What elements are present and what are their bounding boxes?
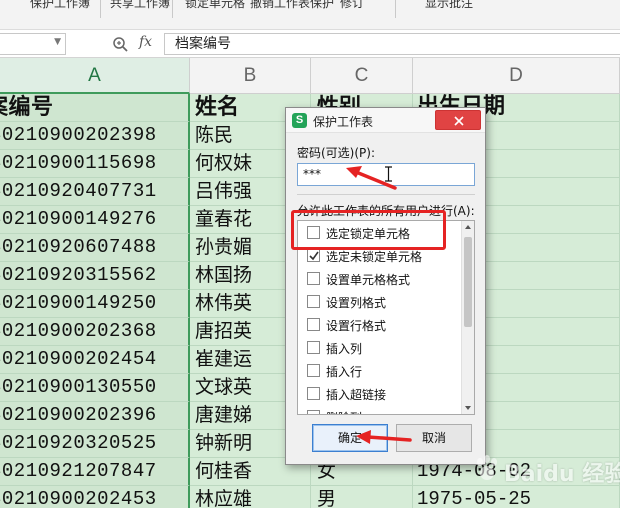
annotation-highlight-box bbox=[291, 210, 446, 250]
cell[interactable]: 30210920320525 bbox=[0, 430, 190, 458]
ribbon-toolbar: 保护工作簿 共享工作簿 锁定单元格 撤销工作表保护 修订 显示批注 bbox=[0, 0, 620, 30]
checkbox[interactable] bbox=[307, 387, 320, 400]
permission-option-label: 设置单元格格式 bbox=[326, 273, 411, 287]
cell[interactable]: 30210900202398 bbox=[0, 122, 190, 150]
formula-input[interactable]: 档案编号 bbox=[164, 33, 620, 55]
permission-option-label: 设置列格式 bbox=[326, 296, 387, 310]
cell[interactable]: 案编号 bbox=[0, 94, 190, 122]
toolbar-separator bbox=[395, 0, 396, 18]
password-label: 密码(可选)(P): bbox=[297, 146, 376, 160]
cancel-button[interactable]: 取消 bbox=[396, 424, 472, 452]
list-scrollbar[interactable] bbox=[461, 221, 474, 414]
permission-option-label: 删除列 bbox=[326, 409, 362, 414]
permission-option-label: 插入列 bbox=[326, 342, 363, 356]
baidu-paw-icon bbox=[477, 455, 497, 480]
cell[interactable]: 林应雄 bbox=[190, 486, 311, 508]
column-header-d[interactable]: D bbox=[413, 58, 620, 94]
baidu-watermark: Baidu 经验 bbox=[472, 448, 620, 488]
cell[interactable]: 30210920607488 bbox=[0, 234, 190, 262]
permission-option-label: 设置行格式 bbox=[326, 319, 387, 333]
cell[interactable]: 1975-05-25 bbox=[413, 486, 620, 508]
checkbox[interactable] bbox=[307, 272, 320, 285]
toolbar-item[interactable]: 撤销工作表保护 bbox=[250, 0, 334, 11]
fx-icon[interactable]: fx bbox=[139, 34, 152, 50]
toolbar-item[interactable]: 显示批注 bbox=[425, 0, 473, 11]
formula-bar: ▼ fx 档案编号 bbox=[0, 30, 620, 58]
cell[interactable]: 30210920407731 bbox=[0, 178, 190, 206]
column-header-c[interactable]: C bbox=[311, 58, 413, 94]
permission-option[interactable]: 插入超链接 bbox=[298, 382, 463, 405]
i-beam-cursor-icon bbox=[385, 166, 392, 182]
ok-button[interactable]: 确定 bbox=[312, 424, 388, 452]
permission-option-label: 插入行 bbox=[326, 365, 363, 379]
scrollbar-thumb[interactable] bbox=[464, 237, 472, 327]
cell[interactable]: 30210920315562 bbox=[0, 262, 190, 290]
cell[interactable]: 30210900115698 bbox=[0, 150, 190, 178]
checkbox[interactable] bbox=[307, 295, 320, 308]
toolbar-item[interactable]: 保护工作簿 bbox=[30, 0, 90, 11]
scroll-up-icon[interactable] bbox=[465, 225, 471, 229]
divider bbox=[297, 194, 475, 195]
cell[interactable]: 30210921207847 bbox=[0, 458, 190, 486]
checkbox[interactable] bbox=[307, 318, 320, 331]
column-header-b[interactable]: B bbox=[190, 58, 311, 94]
checkbox[interactable] bbox=[307, 410, 320, 414]
permission-option-label: 插入超链接 bbox=[326, 388, 387, 402]
cell[interactable]: 30210900202453 bbox=[0, 486, 190, 508]
toolbar-item[interactable]: 共享工作簿 bbox=[110, 0, 170, 11]
cell[interactable]: 男 bbox=[311, 486, 413, 508]
chevron-down-icon[interactable]: ▼ bbox=[54, 37, 61, 47]
checkbox[interactable] bbox=[307, 249, 320, 262]
toolbar-separator bbox=[100, 0, 101, 18]
dialog-title: 保护工作表 bbox=[313, 115, 374, 129]
close-button[interactable] bbox=[435, 110, 481, 130]
checkbox[interactable] bbox=[307, 364, 320, 377]
watermark-text: Baidu 经验 bbox=[504, 462, 620, 487]
cell[interactable]: 30210900149250 bbox=[0, 290, 190, 318]
permission-option[interactable]: 设置行格式 bbox=[298, 313, 463, 336]
name-box[interactable]: ▼ bbox=[0, 33, 66, 55]
dialog-titlebar: S 保护工作表 bbox=[286, 108, 485, 133]
close-icon bbox=[454, 116, 464, 126]
zoom-icon[interactable] bbox=[112, 36, 128, 52]
toolbar-item[interactable]: 锁定单元格 bbox=[185, 0, 245, 11]
cell[interactable]: 30210900202396 bbox=[0, 402, 190, 430]
permission-option-label: 选定未锁定单元格 bbox=[326, 250, 423, 264]
permission-option[interactable]: 设置列格式 bbox=[298, 290, 463, 313]
protect-sheet-dialog: S 保护工作表 密码(可选)(P): *** 允许此工作表的所有用户进行(A):… bbox=[285, 107, 486, 465]
toolbar-item[interactable]: 修订 bbox=[340, 0, 364, 11]
permission-option[interactable]: 设置单元格格式 bbox=[298, 267, 463, 290]
scroll-down-icon[interactable] bbox=[465, 406, 471, 410]
cell[interactable]: 30210900130550 bbox=[0, 374, 190, 402]
cell[interactable]: 30210900202368 bbox=[0, 318, 190, 346]
checkbox[interactable] bbox=[307, 341, 320, 354]
permission-option[interactable]: 插入列 bbox=[298, 336, 463, 359]
permission-option[interactable]: 插入行 bbox=[298, 359, 463, 382]
table-row: 30210900202453 林应雄男 1975-05-25 bbox=[0, 486, 620, 508]
wps-app-icon: S bbox=[292, 113, 307, 128]
checkmark-icon bbox=[309, 251, 319, 261]
column-header-a[interactable]: A bbox=[0, 58, 190, 94]
cell[interactable]: 30210900149276 bbox=[0, 206, 190, 234]
cell[interactable]: 30210900202454 bbox=[0, 346, 190, 374]
permission-option[interactable]: 删除列 bbox=[298, 405, 463, 414]
toolbar-separator bbox=[172, 0, 173, 18]
